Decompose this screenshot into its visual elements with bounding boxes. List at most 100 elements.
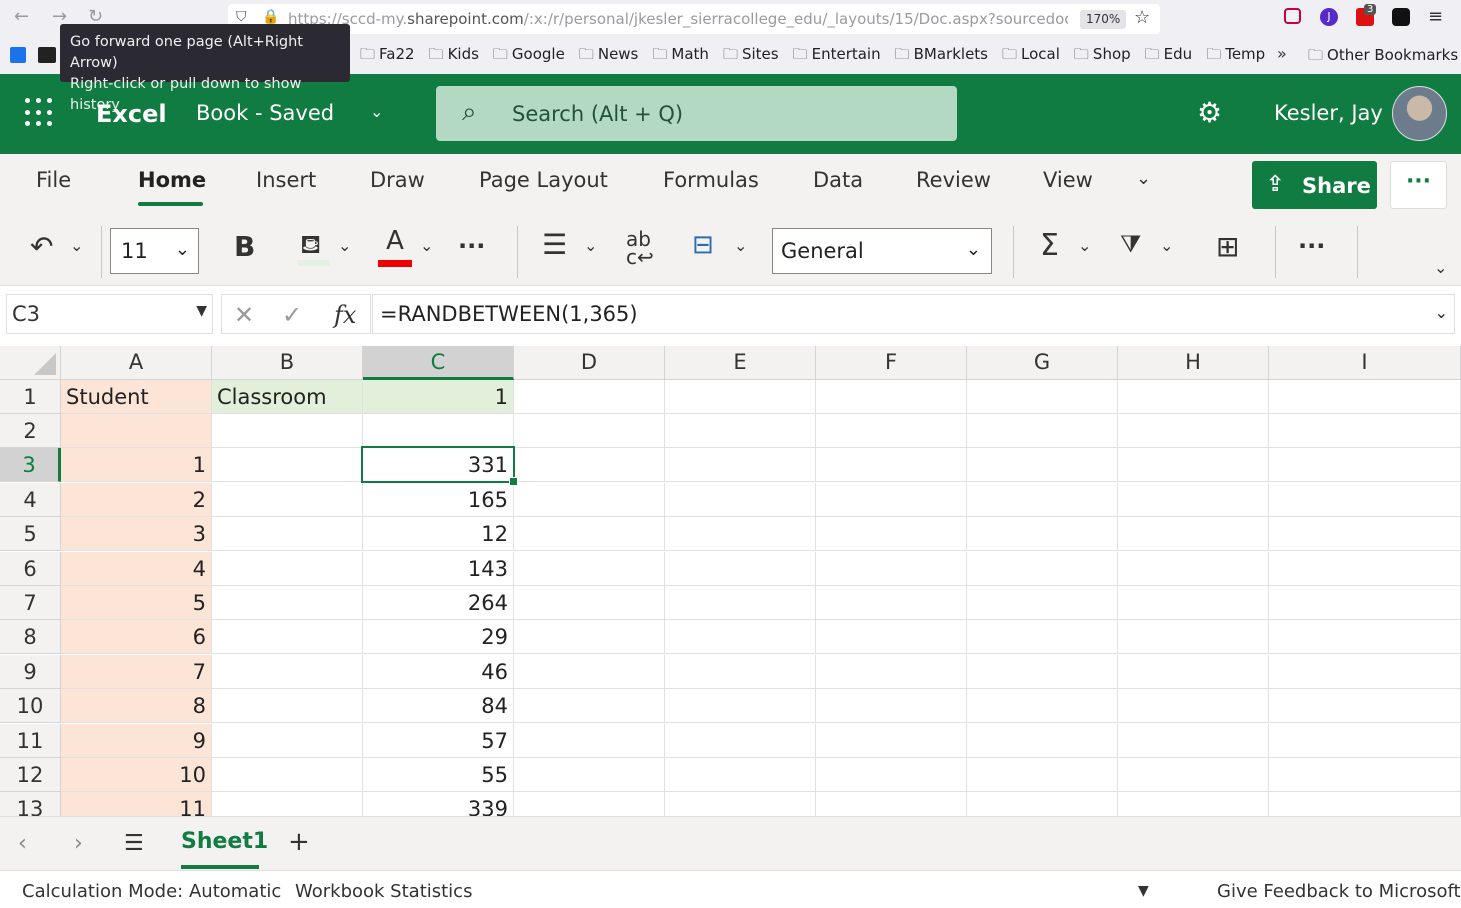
- cell-i9[interactable]: [1269, 655, 1461, 690]
- cell-a5[interactable]: 3: [61, 517, 212, 552]
- cell-d10[interactable]: [514, 689, 665, 724]
- cell-f3[interactable]: [816, 448, 967, 483]
- calc-mode[interactable]: Calculation Mode: Automatic: [22, 881, 281, 902]
- cell-a7[interactable]: 5: [61, 586, 212, 621]
- cell-a4[interactable]: 2: [61, 483, 212, 518]
- name-box[interactable]: C3 ▼: [6, 294, 213, 334]
- cell-b9[interactable]: [212, 655, 363, 690]
- cell-d5[interactable]: [514, 517, 665, 552]
- undo-icon[interactable]: ↶: [30, 230, 53, 263]
- cancel-icon[interactable]: ✕: [234, 301, 254, 329]
- column-header-f[interactable]: F: [816, 346, 967, 380]
- cell-a13[interactable]: 11: [61, 792, 212, 816]
- menu-icon[interactable]: ≡: [1428, 6, 1443, 27]
- cell-b4[interactable]: [212, 483, 363, 518]
- merge-chevron-icon[interactable]: ⌄: [734, 236, 747, 255]
- column-header-a[interactable]: A: [61, 346, 212, 380]
- feedback-link[interactable]: Give Feedback to Microsoft: [1217, 881, 1461, 902]
- cell-h1[interactable]: [1118, 380, 1269, 415]
- bookmark-other[interactable]: Other Bookmarks: [1308, 45, 1458, 70]
- cell-f9[interactable]: [816, 655, 967, 690]
- bookmark-fa22[interactable]: Fa22: [360, 44, 415, 66]
- cell-e7[interactable]: [665, 586, 816, 621]
- cell-c7[interactable]: 264: [363, 586, 514, 621]
- column-header-c[interactable]: C: [363, 346, 514, 380]
- cell-b5[interactable]: [212, 517, 363, 552]
- cell-c2[interactable]: [363, 414, 514, 449]
- row-header[interactable]: 12: [0, 758, 61, 793]
- bookmark-local[interactable]: Local: [1002, 44, 1060, 66]
- more-tabs-chevron-icon[interactable]: ⌄: [1136, 168, 1151, 189]
- search-box[interactable]: ⌕ Search (Alt + Q): [436, 86, 957, 141]
- tab-formulas[interactable]: Formulas: [663, 168, 759, 192]
- cell-g10[interactable]: [967, 689, 1118, 724]
- cell-b11[interactable]: [212, 724, 363, 759]
- avatar[interactable]: [1392, 86, 1447, 141]
- cell-g8[interactable]: [967, 620, 1118, 655]
- font-color-icon[interactable]: A: [378, 226, 412, 256]
- cell-c3[interactable]: 331: [363, 448, 514, 483]
- cell-i7[interactable]: [1269, 586, 1461, 621]
- wrap-text-icon[interactable]: ab c↩: [626, 229, 654, 267]
- bookmark-kids[interactable]: Kids: [429, 44, 479, 66]
- prev-sheet-icon[interactable]: ‹: [18, 831, 27, 856]
- align-chevron-icon[interactable]: ⌄: [584, 236, 597, 255]
- cell-f1[interactable]: [816, 380, 967, 415]
- cell-a8[interactable]: 6: [61, 620, 212, 655]
- cell-g3[interactable]: [967, 448, 1118, 483]
- cell-f4[interactable]: [816, 483, 967, 518]
- bookmark-math[interactable]: Math: [652, 44, 709, 66]
- cell-g13[interactable]: [967, 792, 1118, 816]
- url-text[interactable]: https://sccd-my.sharepoint.com/:x:/r/per…: [288, 10, 1068, 28]
- column-header-g[interactable]: G: [967, 346, 1118, 380]
- spreadsheet-grid[interactable]: A B C D E F G H I 1 Student Classroom 1 2 3 1 331 4 2 165 5 3…: [0, 346, 1461, 816]
- tab-file[interactable]: File: [36, 168, 71, 192]
- cell-f8[interactable]: [816, 620, 967, 655]
- column-header-e[interactable]: E: [665, 346, 816, 380]
- cell-c11[interactable]: 57: [363, 724, 514, 759]
- gear-icon[interactable]: ⚙: [1197, 96, 1222, 129]
- select-all-corner[interactable]: [0, 346, 61, 380]
- cell-c13[interactable]: 339: [363, 792, 514, 816]
- share-button[interactable]: ⇪ Share: [1252, 161, 1377, 209]
- cell-h13[interactable]: [1118, 792, 1269, 816]
- user-name[interactable]: Kesler, Jay: [1274, 101, 1383, 125]
- cell-i1[interactable]: [1269, 380, 1461, 415]
- cell-f10[interactable]: [816, 689, 967, 724]
- tab-view[interactable]: View: [1043, 168, 1093, 192]
- confirm-icon[interactable]: ✓: [282, 301, 302, 329]
- more-font-options-icon[interactable]: ···: [458, 232, 485, 260]
- cell-h6[interactable]: [1118, 552, 1269, 587]
- row-header[interactable]: 11: [0, 724, 61, 759]
- cell-e13[interactable]: [665, 792, 816, 816]
- cell-d7[interactable]: [514, 586, 665, 621]
- analyze-data-icon[interactable]: ⊞: [1216, 230, 1239, 263]
- cell-a9[interactable]: 7: [61, 655, 212, 690]
- column-header-d[interactable]: D: [514, 346, 665, 380]
- back-arrow-icon[interactable]: ←: [14, 6, 29, 27]
- cell-d1[interactable]: [514, 380, 665, 415]
- cell-b13[interactable]: [212, 792, 363, 816]
- next-sheet-icon[interactable]: ›: [74, 831, 83, 856]
- cell-e5[interactable]: [665, 517, 816, 552]
- cell-i12[interactable]: [1269, 758, 1461, 793]
- cell-a10[interactable]: 8: [61, 689, 212, 724]
- row-header[interactable]: 3: [0, 448, 61, 483]
- formula-input[interactable]: =RANDBETWEEN(1,365) ⌄: [372, 294, 1455, 334]
- cell-h7[interactable]: [1118, 586, 1269, 621]
- cell-i3[interactable]: [1269, 448, 1461, 483]
- cell-e10[interactable]: [665, 689, 816, 724]
- column-header-b[interactable]: B: [212, 346, 363, 380]
- cell-e1[interactable]: [665, 380, 816, 415]
- font-size-select[interactable]: 11 ⌄: [110, 228, 199, 274]
- row-header[interactable]: 13: [0, 792, 61, 816]
- app-launcher-icon[interactable]: [25, 98, 55, 128]
- cell-d11[interactable]: [514, 724, 665, 759]
- status-chevron-icon[interactable]: ▼: [1138, 883, 1149, 899]
- cell-g6[interactable]: [967, 552, 1118, 587]
- cell-d12[interactable]: [514, 758, 665, 793]
- tab-home[interactable]: Home: [138, 168, 206, 192]
- cell-i4[interactable]: [1269, 483, 1461, 518]
- cell-f5[interactable]: [816, 517, 967, 552]
- row-header[interactable]: 6: [0, 552, 61, 587]
